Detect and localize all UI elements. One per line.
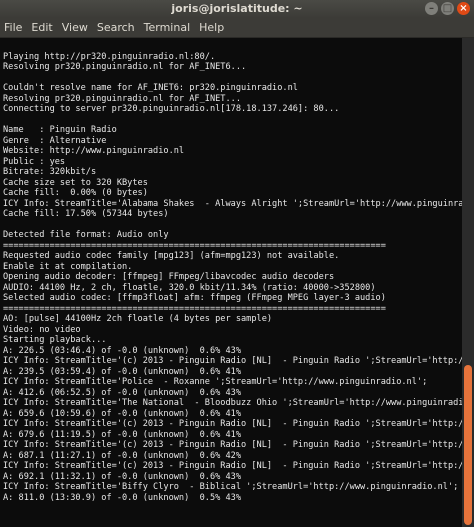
terminal-line: ICY Info: StreamTitle='Biffy Clyro - Bib… [3, 482, 459, 492]
minimize-icon[interactable]: – [425, 2, 438, 15]
title-bar[interactable]: joris@jorislatitude: ~ – □ × [0, 0, 474, 18]
terminal-line: A: 811.0 (13:30.9) of -0.0 (unknown) 0.5… [3, 492, 241, 503]
maximize-icon[interactable]: □ [441, 2, 454, 15]
terminal-line: Opening audio decoder: [ffmpeg] FFmpeg/l… [3, 272, 335, 282]
terminal-line: AUDIO: 44100 Hz, 2 ch, floatle, 320.0 kb… [3, 282, 376, 293]
menu-search[interactable]: Search [97, 21, 135, 34]
scrollbar[interactable] [462, 38, 474, 527]
terminal-line: Connecting to server pr320.pinguinradio.… [3, 104, 340, 114]
terminal-window: joris@jorislatitude: ~ – □ × File Edit V… [0, 0, 474, 527]
terminal-line: ========================================… [3, 240, 386, 251]
terminal-line: ICY Info: StreamTitle='Police - Roxanne … [3, 377, 428, 387]
terminal-line: A: 687.1 (11:27.1) of -0.0 (unknown) 0.6… [3, 450, 241, 461]
window-controls: – □ × [425, 2, 470, 15]
terminal-line: Starting playback... [3, 335, 107, 345]
terminal-output[interactable]: Playing http://pr320.pinguinradio.nl:80/… [0, 38, 462, 527]
terminal-line: A: 692.1 (11:32.1) of -0.0 (unknown) 0.6… [3, 471, 241, 482]
terminal-line: Genre : Alternative [3, 135, 107, 146]
terminal-line: ICY Info: StreamTitle='(c) 2013 - Pingui… [3, 356, 462, 366]
terminal-line: Playing http://pr320.pinguinradio.nl:80/… [3, 51, 216, 62]
terminal-line: AO: [pulse] 44100Hz 2ch floatle (4 bytes… [3, 314, 273, 324]
scrollbar-thumb[interactable] [464, 365, 472, 525]
terminal-line: Detected file format: Audio only [3, 230, 169, 240]
terminal-line: Bitrate: 320kbit/s [3, 167, 97, 177]
terminal-line: Name : Pinguin Radio [3, 125, 117, 135]
terminal-line: Selected audio codec: [ffmp3float] afm: … [3, 293, 386, 303]
terminal-line: Cache fill: 17.50% (57344 bytes) [3, 209, 169, 219]
terminal-line: Cache fill: 0.00% (0 bytes) [3, 188, 148, 198]
terminal-line: A: 679.6 (11:19.5) of -0.0 (unknown) 0.6… [3, 429, 241, 440]
menu-bar: File Edit View Search Terminal Help [0, 18, 474, 38]
terminal-line: Cache size set to 320 KBytes [3, 177, 148, 188]
terminal-line: Resolving pr320.pinguinradio.nl for AF_I… [3, 93, 241, 104]
close-icon[interactable]: × [457, 2, 470, 15]
menu-help[interactable]: Help [199, 21, 224, 34]
terminal-line: ICY Info: StreamTitle='The National - Bl… [3, 398, 462, 408]
terminal-text: Playing http://pr320.pinguinradio.nl:80/… [3, 41, 462, 503]
menu-edit[interactable]: Edit [31, 21, 52, 34]
terminal-line: A: 239.5 (03:59.4) of -0.0 (unknown) 0.6… [3, 366, 241, 377]
terminal-line: Requested audio codec family [mpg123] (a… [3, 251, 340, 261]
terminal-line: Resolving pr320.pinguinradio.nl for AF_I… [3, 62, 247, 72]
terminal-line: ICY Info: StreamTitle='(c) 2013 - Pingui… [3, 419, 462, 429]
terminal-line: Website: http://www.pinguinradio.nl [3, 146, 185, 156]
terminal-line: Enable it at compilation. [3, 261, 133, 272]
terminal-line: A: 412.6 (06:52.5) of -0.0 (unknown) 0.6… [3, 387, 241, 398]
terminal-line: A: 226.5 (03:46.4) of -0.0 (unknown) 0.6… [3, 345, 241, 356]
menu-terminal[interactable]: Terminal [144, 21, 191, 34]
terminal-line: ICY Info: StreamTitle='Alabama Shakes - … [3, 198, 462, 209]
window-title: joris@jorislatitude: ~ [171, 2, 303, 15]
terminal-line: ICY Info: StreamTitle='(c) 2013 - Pingui… [3, 461, 462, 471]
terminal-line: ========================================… [3, 303, 386, 314]
terminal-line: Couldn't resolve name for AF_INET6: pr32… [3, 83, 298, 93]
terminal-line: ICY Info: StreamTitle='(c) 2013 - Pingui… [3, 440, 462, 450]
terminal-line: A: 659.6 (10:59.6) of -0.0 (unknown) 0.6… [3, 408, 241, 419]
menu-file[interactable]: File [4, 21, 22, 34]
menu-view[interactable]: View [62, 21, 88, 34]
terminal-line: Public : yes [3, 156, 66, 167]
terminal-line: Video: no video [3, 324, 81, 335]
